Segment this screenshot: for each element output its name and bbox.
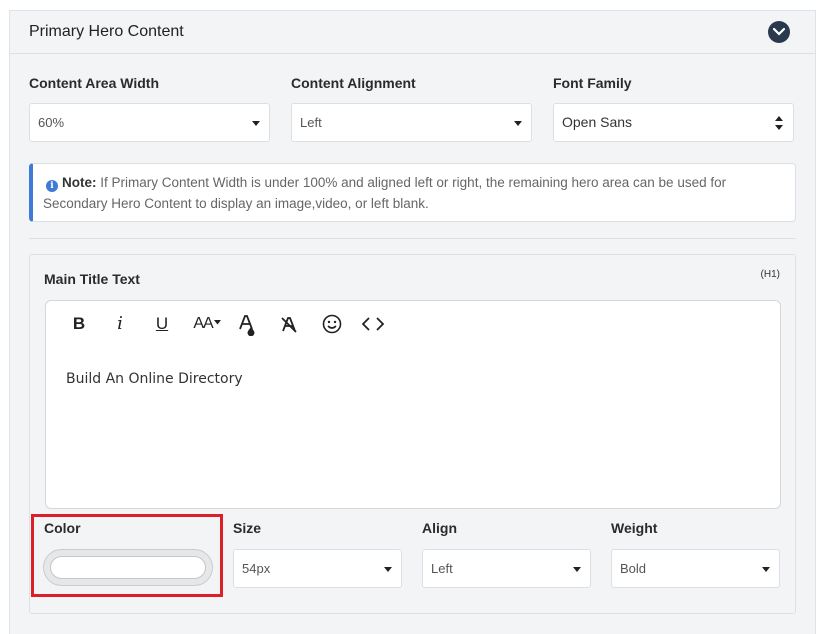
section-divider: [29, 238, 796, 239]
caret-down-icon: [213, 320, 221, 325]
main-title-label: Main Title Text: [44, 271, 140, 287]
content-area-width-value: 60%: [38, 115, 65, 130]
note-text: If Primary Content Width is under 100% a…: [43, 175, 727, 211]
content-alignment-select[interactable]: Left: [291, 103, 532, 142]
font-family-value: Open Sans: [562, 114, 633, 130]
smiley-icon: [322, 314, 342, 334]
caret-down-icon: [252, 121, 260, 126]
italic-button[interactable]: i: [112, 311, 128, 337]
caret-down-icon: [762, 567, 770, 572]
chevron-down-icon[interactable]: [768, 21, 790, 43]
font-family-select[interactable]: Open Sans: [553, 103, 794, 142]
editor-toolbar: B i U AA: [46, 311, 780, 341]
content-alignment-value: Left: [300, 115, 322, 130]
color-highlight-box: [31, 514, 223, 597]
caret-down-icon: [384, 567, 392, 572]
note-callout: i Note: If Primary Content Width is under…: [29, 163, 796, 222]
content-alignment-label: Content Alignment: [291, 75, 416, 91]
size-label: Size: [233, 520, 262, 536]
font-size-label: AA: [193, 315, 213, 332]
info-icon: i: [46, 180, 58, 192]
heading-level-tag: (H1): [760, 269, 780, 280]
panel-title: Primary Hero Content: [29, 23, 184, 40]
code-icon: [361, 317, 385, 331]
content-area-width-select[interactable]: 60%: [29, 103, 270, 142]
sort-arrows-icon: [775, 116, 783, 130]
font-size-button[interactable]: AA: [190, 311, 224, 337]
clear-formatting-icon: [281, 317, 297, 333]
align-select[interactable]: Left: [422, 549, 591, 588]
bold-button[interactable]: B: [70, 311, 88, 337]
weight-label: Weight: [611, 520, 658, 536]
editor-content[interactable]: Build An Online Directory: [66, 371, 243, 387]
font-family-label: Font Family: [553, 75, 632, 91]
size-select[interactable]: 54px: [233, 549, 402, 588]
caret-down-icon: [573, 567, 581, 572]
align-value: Left: [431, 561, 453, 576]
font-color-button[interactable]: [236, 311, 258, 337]
text-color-icon: [239, 315, 255, 337]
note-bold-label: Note:: [62, 175, 97, 190]
weight-value: Bold: [620, 561, 647, 576]
panel-header[interactable]: Primary Hero Content: [10, 11, 815, 54]
code-view-button[interactable]: [361, 311, 385, 337]
content-area-width-label: Content Area Width: [29, 75, 160, 91]
rich-text-editor[interactable]: B i U AA Build An Online Directory: [45, 300, 781, 509]
align-label: Align: [422, 520, 457, 536]
emoji-button[interactable]: [321, 311, 343, 337]
underline-button[interactable]: U: [153, 311, 171, 337]
size-value: 54px: [242, 561, 271, 576]
caret-down-icon: [514, 121, 522, 126]
clear-format-button[interactable]: [278, 311, 300, 337]
weight-select[interactable]: Bold: [611, 549, 780, 588]
